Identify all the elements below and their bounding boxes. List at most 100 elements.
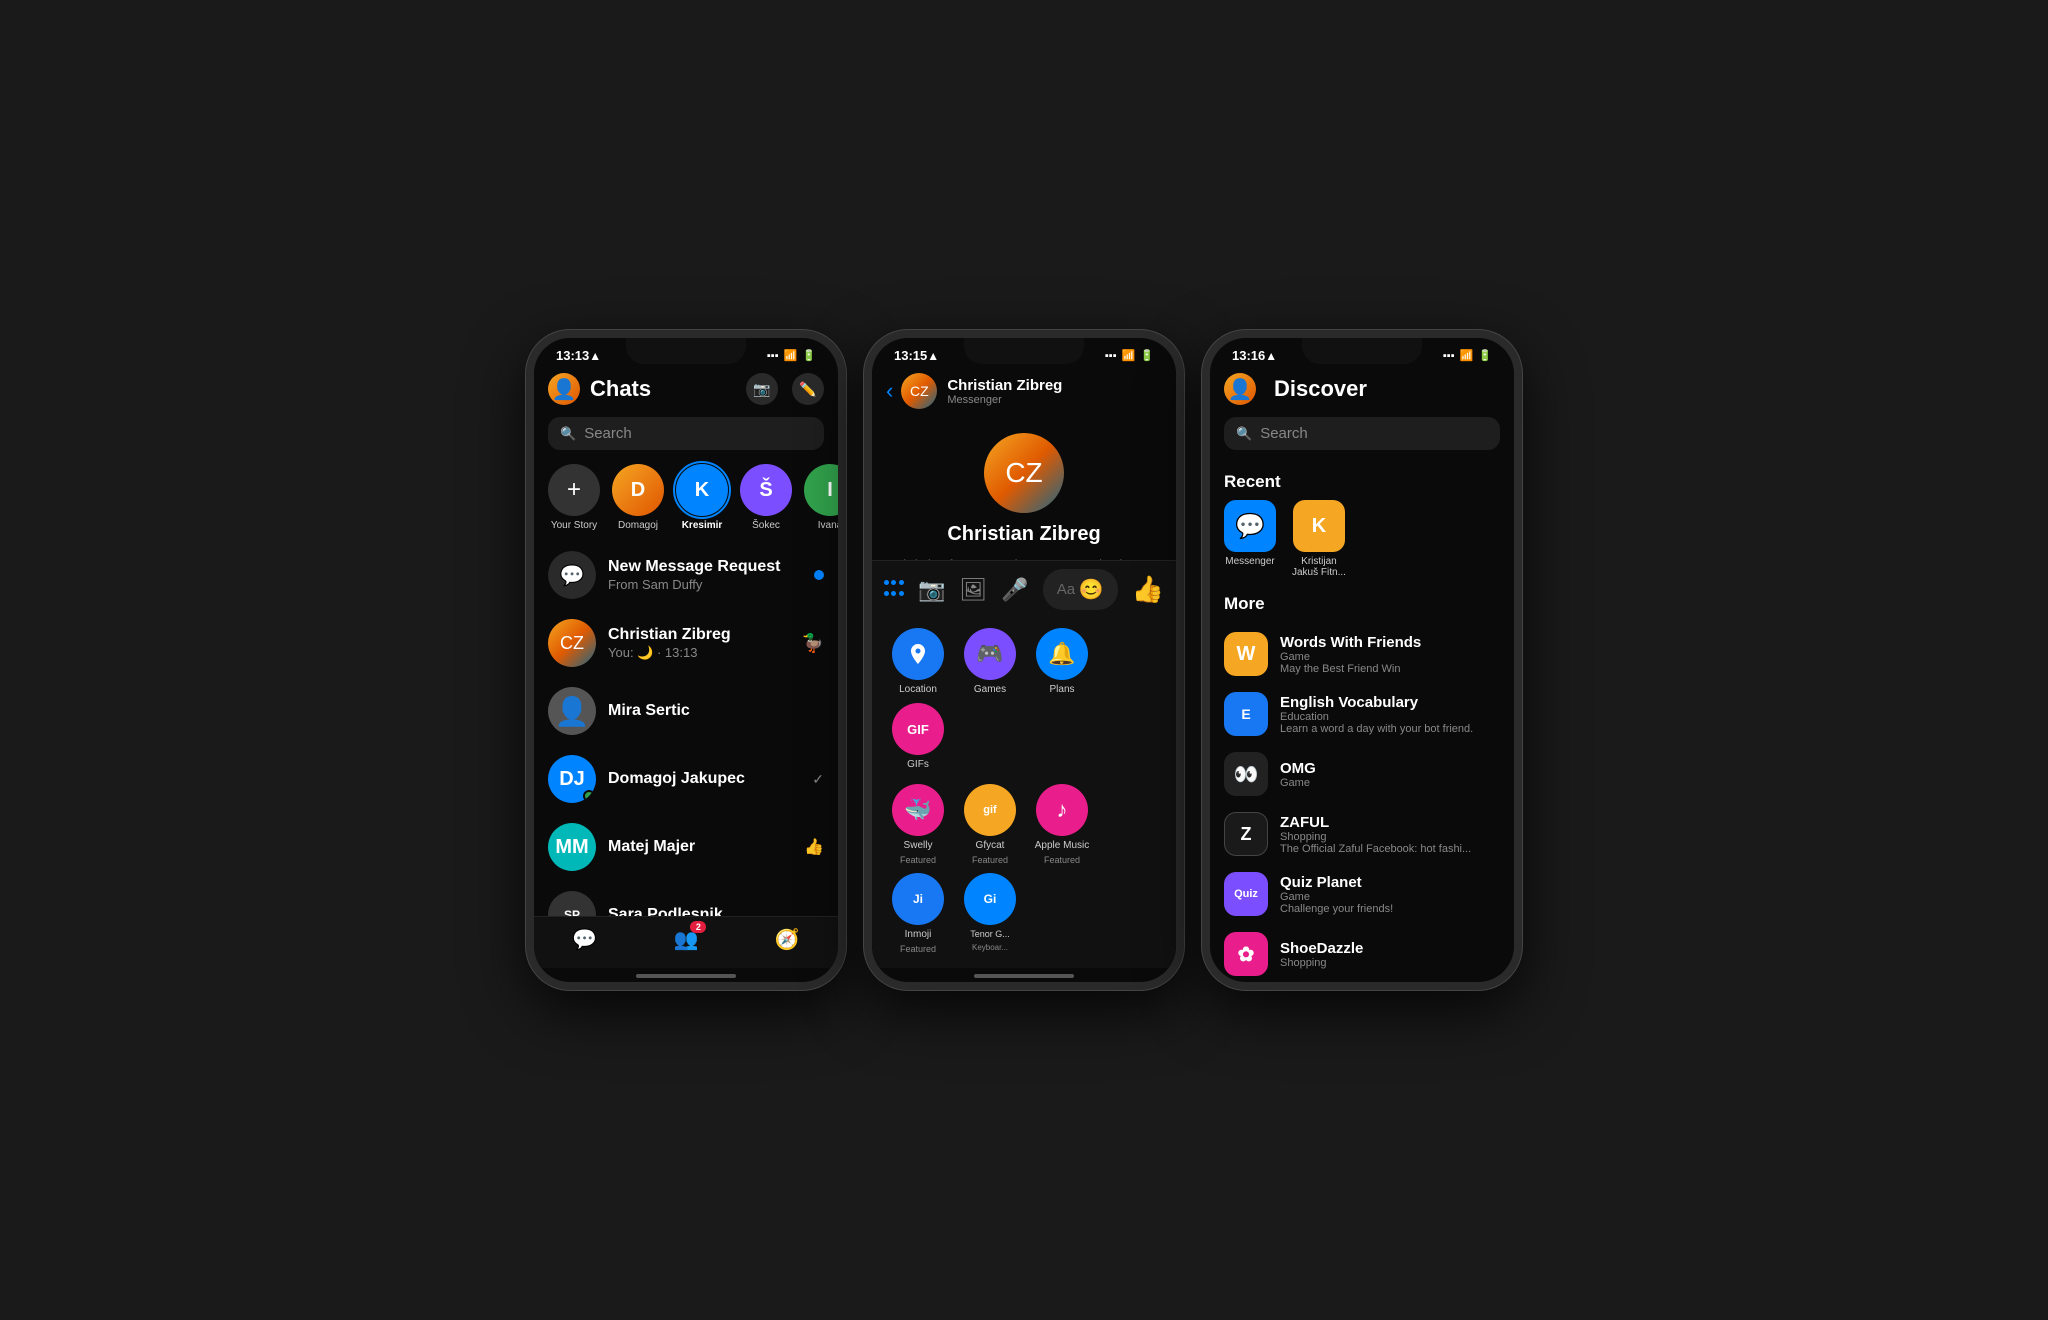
app-zaful[interactable]: Z ZAFUL Shopping The Official Zaful Face…	[1210, 804, 1514, 864]
story-item-sokec[interactable]: Š Šokec	[740, 464, 792, 531]
contact-big-avatar: CZ	[984, 433, 1064, 513]
story-item-ivana[interactable]: I Ivana	[804, 464, 838, 531]
app-games[interactable]: 🎮 Games	[958, 628, 1022, 695]
christian-avatar-img: CZ	[548, 619, 596, 667]
chat-detail-sub: Messenger	[947, 394, 1062, 406]
app-apple-music[interactable]: ♪ Apple Music Featured	[1030, 784, 1094, 865]
status-icons-2: ▪▪▪ 📶 🔋	[1105, 349, 1154, 362]
chat-avatar-domagoj: DJ	[548, 755, 596, 803]
chat-item-sara[interactable]: SP Sara Podlesnik	[534, 881, 838, 916]
camera-button[interactable]: 📷	[746, 373, 778, 405]
games-label: Games	[974, 684, 1006, 695]
recent-messenger[interactable]: 💬 Messenger	[1224, 500, 1276, 578]
inmoji-icon: Ji	[892, 873, 944, 925]
notch-2	[964, 338, 1084, 364]
tab-chats[interactable]: 💬	[572, 927, 597, 952]
app-plans[interactable]: 🔔 Plans	[1030, 628, 1094, 695]
phone-chats: 13:13 ▲ ▪▪▪ 📶 🔋 👤 Chats 📷	[526, 330, 846, 990]
messenger-recent-icon: 💬	[1224, 500, 1276, 552]
shoedazzle-cat: Shopping	[1280, 957, 1500, 969]
tenor-sub: Keyboar...	[972, 943, 1008, 952]
omg-cat: Game	[1280, 777, 1500, 789]
app-english-vocab[interactable]: E English Vocabulary Education Learn a w…	[1210, 684, 1514, 744]
discover-search-bar[interactable]: 🔍 Search	[1224, 417, 1500, 450]
app-omg[interactable]: 👀 OMG Game	[1210, 744, 1514, 804]
gfycat-label: Gfycat	[976, 840, 1005, 851]
app-gifs[interactable]: GIF GIFs	[886, 703, 950, 770]
chat-list: 💬 New Message Request From Sam Duffy	[534, 541, 838, 916]
kristijan-recent-icon: K	[1293, 500, 1345, 552]
inmoji-sub: Featured	[900, 944, 936, 954]
zaful-info: ZAFUL Shopping The Official Zaful Facebo…	[1280, 814, 1500, 855]
app-gfycat[interactable]: gif Gfycat Featured	[958, 784, 1022, 865]
signal-icon-3: ▪▪▪	[1443, 350, 1455, 362]
back-button[interactable]: ‹	[886, 378, 893, 404]
app-shoedazzle[interactable]: ✿ ShoeDazzle Shopping	[1210, 924, 1514, 982]
dots-grid-icon[interactable]	[884, 580, 904, 600]
english-info: English Vocabulary Education Learn a wor…	[1280, 694, 1500, 735]
chat-item-christian[interactable]: CZ Christian Zibreg You: 🌙 · 13:13 🦆	[534, 609, 838, 677]
toolbar-mic-icon[interactable]: 🎤	[1001, 577, 1028, 603]
chat-name-sara: Sara Podlesnik	[608, 906, 824, 916]
app-tenor[interactable]: Gi Tenor G... Keyboar...	[958, 873, 1022, 954]
home-indicator-1	[636, 974, 736, 978]
story-item-kresimir[interactable]: K Kresimir	[676, 464, 728, 531]
phones-container: 13:13 ▲ ▪▪▪ 📶 🔋 👤 Chats 📷	[526, 330, 1522, 990]
chat-meta-matej: 👍	[804, 837, 824, 857]
chat-meta-new-message	[814, 570, 824, 580]
chat-input-box[interactable]: Aa 😊	[1043, 569, 1118, 610]
compose-button[interactable]: ✏️	[792, 373, 824, 405]
chat-item-domagoj[interactable]: DJ Domagoj Jakupec ✓	[534, 745, 838, 813]
story-label-0: Your Story	[551, 520, 597, 531]
app-words-with-friends[interactable]: W Words With Friends Game May the Best F…	[1210, 624, 1514, 684]
story-label-3: Šokec	[752, 520, 780, 531]
chat-detail-user-info: Christian Zibreg Messenger	[947, 377, 1062, 406]
chat-apps-row2: 🐳 Swelly Featured gif Gfycat Featured	[872, 784, 1176, 968]
search-bar[interactable]: 🔍 Search	[548, 417, 824, 450]
gifs-icon: GIF	[892, 703, 944, 755]
discover-recent: 💬 Messenger K KristijanJakuš Fitn...	[1210, 500, 1514, 594]
dot6	[899, 591, 904, 596]
search-placeholder: Search	[584, 425, 632, 442]
tab-contacts[interactable]: 👥 2	[674, 927, 699, 952]
chat-item-mira[interactable]: 👤 Mira Sertic	[534, 677, 838, 745]
battery-icon-2: 🔋	[1140, 349, 1154, 362]
story-initials-domagoj: D	[612, 464, 664, 516]
input-placeholder: Aa	[1057, 581, 1075, 598]
zaful-cat: Shopping	[1280, 831, 1500, 843]
chat-item-matej[interactable]: MM Matej Majer 👍	[534, 813, 838, 881]
discover-search-icon: 🔍	[1236, 426, 1252, 442]
recent-kristijan[interactable]: K KristijanJakuš Fitn...	[1292, 500, 1346, 578]
discover-title: Discover	[1274, 376, 1500, 402]
kristijan-recent-label: KristijanJakuš Fitn...	[1292, 556, 1346, 578]
app-swelly[interactable]: 🐳 Swelly Featured	[886, 784, 950, 865]
chat-preview-new-message: From Sam Duffy	[608, 577, 802, 592]
status-time-1: 13:13	[556, 348, 589, 363]
story-item-add[interactable]: + Your Story	[548, 464, 600, 531]
toolbar-image-icon[interactable]: 🖼	[959, 577, 987, 603]
like-button[interactable]: 👍	[1132, 574, 1164, 605]
chat-avatar-mira: 👤	[548, 687, 596, 735]
story-item-domagoj[interactable]: D Domagoj	[612, 464, 664, 531]
stories-row: + Your Story D Domagoj	[534, 458, 838, 541]
story-initials-kresimir: K	[676, 464, 728, 516]
toolbar-camera-icon[interactable]: 📷	[918, 577, 945, 603]
emoji-button[interactable]: 😊	[1079, 577, 1104, 602]
apple-music-icon: ♪	[1036, 784, 1088, 836]
chats-title: Chats	[590, 376, 746, 402]
add-story-bg: +	[548, 464, 600, 516]
app-quiz-planet[interactable]: Quiz Quiz Planet Game Challenge your fri…	[1210, 864, 1514, 924]
plans-icon: 🔔	[1036, 628, 1088, 680]
add-story-plus: +	[548, 464, 600, 516]
app-inmoji[interactable]: Ji Inmoji Featured	[886, 873, 950, 954]
chat-item-new-message[interactable]: 💬 New Message Request From Sam Duffy	[534, 541, 838, 609]
matej-icon: 👍	[804, 837, 824, 857]
story-avatar-kresimir: K	[676, 464, 728, 516]
status-loc-icon-2: ▲	[927, 349, 939, 363]
discover-search-placeholder: Search	[1260, 425, 1308, 442]
chat-apps: Location 🎮 Games 🔔 Plans GIF	[872, 618, 1176, 784]
shoedazzle-icon: ✿	[1224, 932, 1268, 976]
tab-discover[interactable]: 🧭	[775, 927, 800, 952]
app-location[interactable]: Location	[886, 628, 950, 695]
contact-big-name: Christian Zibreg	[947, 523, 1100, 546]
